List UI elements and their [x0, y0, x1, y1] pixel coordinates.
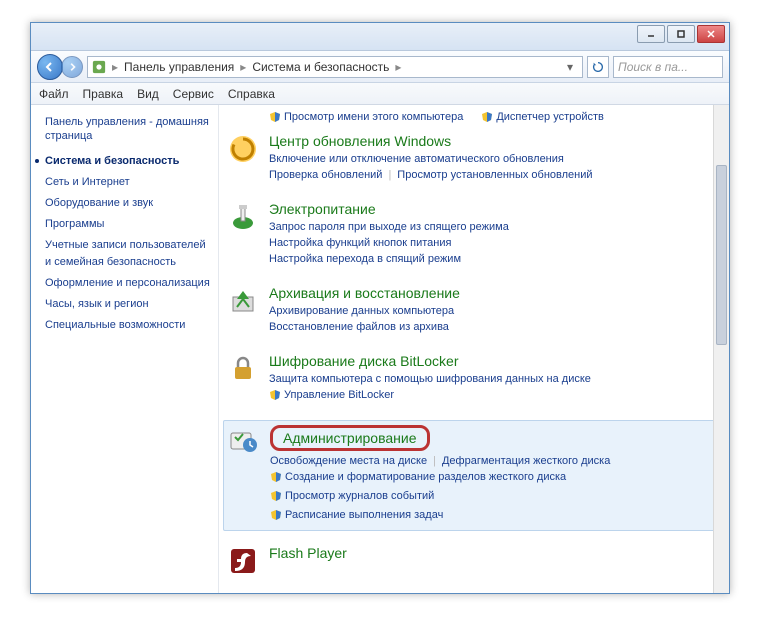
- minimize-button[interactable]: [637, 25, 665, 43]
- link-flash-player[interactable]: Flash Player: [269, 545, 347, 561]
- link-device-manager[interactable]: Диспетчер устройств: [481, 111, 604, 123]
- bitlocker-icon: [227, 353, 259, 385]
- link-computer-name[interactable]: Просмотр имени этого компьютера: [269, 111, 463, 123]
- link-create-partitions[interactable]: Создание и форматирование разделов жестк…: [270, 469, 566, 485]
- link-event-logs[interactable]: Просмотр журналов событий: [270, 488, 434, 504]
- shield-icon: [481, 111, 493, 123]
- shield-icon: [269, 111, 281, 123]
- shield-icon: [270, 509, 282, 521]
- scrollbar[interactable]: [713, 105, 729, 593]
- menu-view[interactable]: Вид: [137, 87, 159, 101]
- link-task-scheduler[interactable]: Расписание выполнения задач: [270, 507, 443, 523]
- content-body: Панель управления - домашняя страница Си…: [31, 105, 729, 593]
- admin-tools-icon: [228, 425, 260, 457]
- chevron-right-icon[interactable]: ▸: [395, 60, 401, 74]
- sidebar-home-link[interactable]: Панель управления - домашняя страница: [45, 115, 218, 143]
- chevron-right-icon[interactable]: ▸: [112, 60, 118, 74]
- control-panel-window: ▸ Панель управления ▸ Система и безопасн…: [30, 22, 730, 594]
- link-power-buttons[interactable]: Настройка функций кнопок питания: [269, 235, 451, 251]
- link-bitlocker[interactable]: Шифрование диска BitLocker: [269, 353, 459, 369]
- nav-back-button[interactable]: [37, 54, 63, 80]
- menu-file[interactable]: Файл: [39, 87, 69, 101]
- link-view-installed-updates[interactable]: Просмотр установленных обновлений: [397, 167, 592, 183]
- section-backup: Архивация и восстановление Архивирование…: [223, 281, 719, 339]
- chevron-right-icon[interactable]: ▸: [240, 60, 246, 74]
- scrollbar-thumb[interactable]: [716, 165, 727, 345]
- link-bitlocker-protect[interactable]: Защита компьютера с помощью шифрования д…: [269, 371, 591, 387]
- sidebar-item-programs[interactable]: Программы: [45, 216, 218, 233]
- link-admin-tools[interactable]: Администрирование: [270, 425, 430, 451]
- sidebar-item-system-security[interactable]: Система и безопасность: [45, 153, 218, 170]
- sidebar-item-users[interactable]: Учетные записи пользователей и семейная …: [45, 237, 218, 271]
- flash-player-icon: [227, 545, 259, 577]
- power-icon: [227, 201, 259, 233]
- search-input[interactable]: Поиск в па...: [613, 56, 723, 78]
- refresh-button[interactable]: [587, 56, 609, 78]
- maximize-button[interactable]: [667, 25, 695, 43]
- address-bar[interactable]: ▸ Панель управления ▸ Система и безопасн…: [87, 56, 583, 78]
- link-restore-files[interactable]: Восстановление файлов из архива: [269, 319, 449, 335]
- section-flash-player: Flash Player: [223, 541, 719, 581]
- section-power: Электропитание Запрос пароля при выходе …: [223, 197, 719, 271]
- link-backup-restore[interactable]: Архивация и восстановление: [269, 285, 460, 301]
- sidebar-item-accessibility[interactable]: Специальные возможности: [45, 317, 218, 334]
- sidebar-item-hardware[interactable]: Оборудование и звук: [45, 195, 218, 212]
- close-button[interactable]: [697, 25, 725, 43]
- top-links: Просмотр имени этого компьютера Диспетче…: [223, 111, 719, 123]
- nav-forward-button[interactable]: [61, 56, 83, 78]
- menu-service[interactable]: Сервис: [173, 87, 214, 101]
- section-bitlocker: Шифрование диска BitLocker Защита компью…: [223, 349, 719, 410]
- search-placeholder: Поиск в па...: [618, 60, 688, 74]
- section-uninstall-tool: Uninstall Tool: [223, 591, 719, 593]
- breadcrumb-current[interactable]: Система и безопасность: [252, 60, 389, 74]
- shield-icon: [270, 471, 282, 483]
- link-check-updates[interactable]: Проверка обновлений: [269, 167, 382, 183]
- link-power-options[interactable]: Электропитание: [269, 201, 376, 217]
- main-content: Просмотр имени этого компьютера Диспетче…: [219, 105, 729, 593]
- link-auto-update-toggle[interactable]: Включение или отключение автоматического…: [269, 151, 564, 167]
- menu-edit[interactable]: Правка: [83, 87, 124, 101]
- sidebar-item-personalize[interactable]: Оформление и персонализация: [45, 275, 218, 292]
- link-sleep-settings[interactable]: Настройка перехода в спящий режим: [269, 251, 461, 267]
- breadcrumb-root[interactable]: Панель управления: [124, 60, 234, 74]
- link-windows-update[interactable]: Центр обновления Windows: [269, 133, 451, 149]
- link-password-on-wake[interactable]: Запрос пароля при выходе из спящего режи…: [269, 219, 509, 235]
- menu-help[interactable]: Справка: [228, 87, 275, 101]
- section-admin-tools: Администрирование Освобождение места на …: [223, 420, 719, 531]
- navbar: ▸ Панель управления ▸ Система и безопасн…: [31, 51, 729, 83]
- link-backup-data[interactable]: Архивирование данных компьютера: [269, 303, 454, 319]
- sidebar-item-clock-lang[interactable]: Часы, язык и регион: [45, 296, 218, 313]
- menubar: Файл Правка Вид Сервис Справка: [31, 83, 729, 105]
- link-free-disk-space[interactable]: Освобождение места на диске: [270, 453, 427, 469]
- window-controls: [637, 25, 725, 43]
- link-defrag[interactable]: Дефрагментация жесткого диска: [442, 453, 610, 469]
- section-windows-update: Центр обновления Windows Включение или о…: [223, 129, 719, 187]
- shield-icon: [270, 490, 282, 502]
- windows-update-icon: [227, 133, 259, 165]
- titlebar[interactable]: [31, 23, 729, 51]
- sidebar-item-network[interactable]: Сеть и Интернет: [45, 174, 218, 191]
- link-bitlocker-manage[interactable]: Управление BitLocker: [269, 387, 394, 403]
- address-dropdown-button[interactable]: ▾: [562, 60, 578, 74]
- control-panel-icon: [92, 60, 106, 74]
- backup-icon: [227, 285, 259, 317]
- shield-icon: [269, 389, 281, 401]
- sidebar: Панель управления - домашняя страница Си…: [31, 105, 219, 593]
